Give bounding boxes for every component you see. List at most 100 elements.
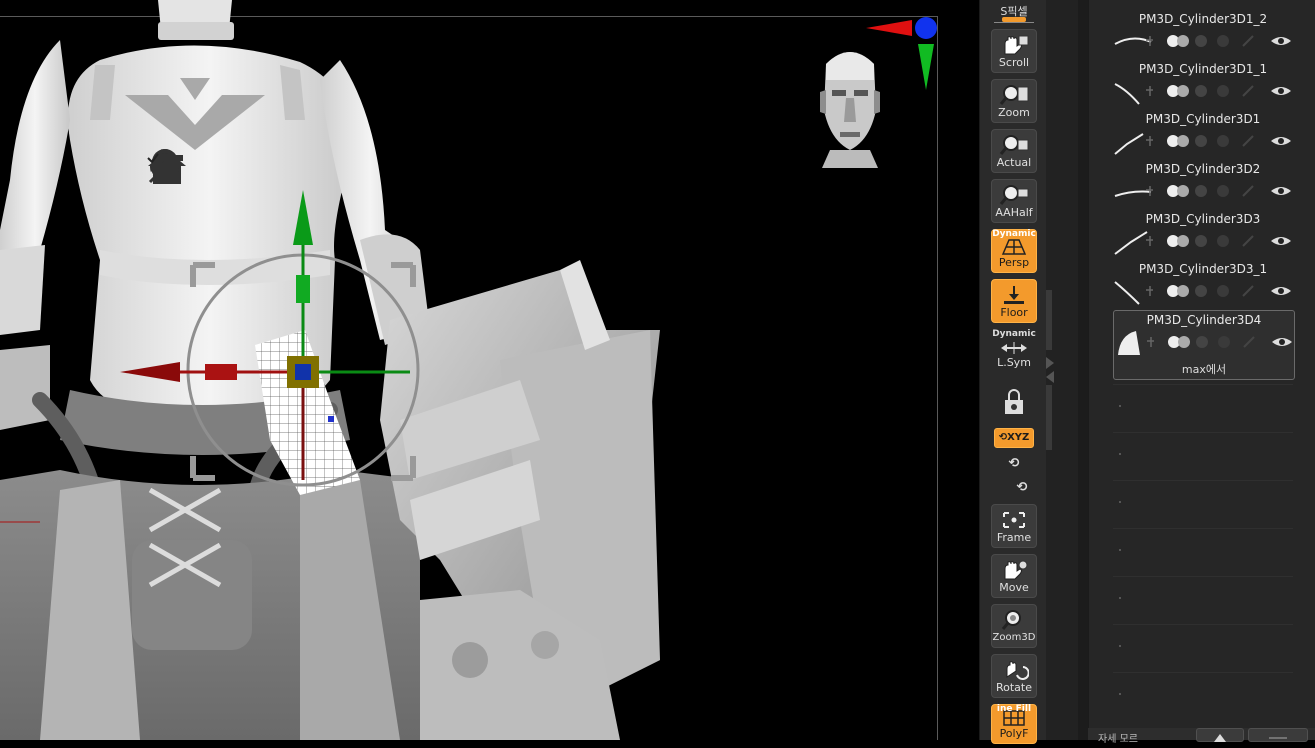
lock-icon[interactable] — [153, 148, 416, 188]
arrow-down-icon — [1269, 737, 1287, 739]
floor-button[interactable]: Floor — [991, 279, 1037, 323]
right-tool-shelf: S픽셀 Scroll Zoom Actual AAHalf Dynamic Pe… — [979, 0, 1050, 744]
xyz-rotate-button[interactable]: ⟲XYZ — [994, 428, 1034, 448]
slot-dot — [1119, 405, 1121, 407]
subtool-visibility-icons[interactable] — [1143, 82, 1293, 100]
frame-button[interactable]: Frame — [991, 504, 1037, 548]
zoom-label: Zoom — [998, 106, 1030, 119]
subtool-visibility-icons[interactable] — [1143, 182, 1293, 200]
persp-button[interactable]: Dynamic Persp — [991, 229, 1037, 273]
y-rotate-icon[interactable]: ⟲ — [986, 456, 1042, 471]
subtool-visibility-icons[interactable] — [1143, 232, 1293, 250]
aahalf-label: AAHalf — [995, 206, 1033, 219]
z-rotate-icon[interactable]: ⟲ — [994, 480, 1050, 495]
collapse-arrows-icon[interactable] — [1046, 355, 1056, 385]
polyf-button[interactable]: ine Fill PolyF — [991, 704, 1037, 744]
slot-dot — [1119, 597, 1121, 599]
subtool-item-selected[interactable]: PM3D_Cylinder3D4 max에서 — [1113, 310, 1295, 380]
subtool-note: max에서 — [1181, 363, 1227, 376]
lock-camera-icon — [1005, 389, 1023, 414]
move-button[interactable]: Move — [991, 554, 1037, 598]
scroll-label: Scroll — [998, 56, 1030, 69]
aahalf-button[interactable]: AAHalf — [991, 179, 1037, 223]
lsym-button[interactable]: Dynamic L.Sym — [991, 329, 1037, 373]
move-label: Move — [999, 581, 1029, 594]
gizmo-toolbar — [146, 148, 462, 188]
list-all-label[interactable]: 자세 모르 — [1098, 730, 1138, 745]
panel-divider — [1046, 0, 1102, 740]
frame-label: Frame — [996, 531, 1032, 544]
xyz-label: XYZ — [1007, 432, 1030, 443]
subtool-item[interactable]: PM3D_Cylinder3D1 — [1113, 110, 1293, 160]
subtool-item[interactable]: PM3D_Cylinder3D2 — [1113, 160, 1293, 210]
polyf-linefill-label: ine Fill — [996, 704, 1032, 714]
subtool-visibility-icons[interactable] — [1143, 132, 1293, 150]
zoom-icon — [999, 85, 1029, 105]
aahalf-icon — [999, 185, 1029, 205]
empty-subtool-slot — [1113, 672, 1293, 719]
slot-dot — [1119, 549, 1121, 551]
zoom-button[interactable]: Zoom — [991, 79, 1037, 123]
subtool-name: PM3D_Cylinder3D3 — [1145, 212, 1261, 226]
reset-icon[interactable] — [151, 148, 370, 188]
hand-scroll-icon — [1004, 35, 1029, 55]
empty-subtool-slot — [1113, 480, 1293, 527]
slot-dot — [1119, 453, 1121, 455]
floor-icon — [1004, 286, 1024, 304]
lsym-label: L.Sym — [997, 356, 1031, 369]
empty-subtool-slot — [1113, 528, 1293, 575]
subtool-item[interactable]: PM3D_Cylinder3D3_1 — [1113, 260, 1293, 310]
subtool-visibility-icons[interactable] — [1143, 282, 1293, 300]
scroll-button[interactable]: Scroll — [991, 29, 1037, 73]
subtool-name: PM3D_Cylinder3D1_1 — [1138, 62, 1268, 76]
actual-label: Actual — [996, 156, 1032, 169]
subtool-name: PM3D_Cylinder3D2 — [1145, 162, 1261, 176]
persp-label: Persp — [998, 256, 1030, 269]
actual-button[interactable]: Actual — [991, 129, 1037, 173]
zoom3d-label: Zoom3D — [992, 632, 1036, 643]
xyz-rotate-icon: ⟲ — [998, 432, 1008, 443]
empty-subtool-slot — [1113, 384, 1293, 431]
slot-dot — [1119, 693, 1121, 695]
zoom3d-button[interactable]: Zoom3D — [991, 604, 1037, 648]
slot-dot — [1119, 645, 1121, 647]
empty-subtool-slot — [1113, 624, 1293, 671]
location-pin-icon[interactable] — [152, 148, 278, 188]
sculpt-model — [0, 0, 937, 740]
subtool-item[interactable]: PM3D_Cylinder3D1_1 — [1113, 60, 1293, 110]
frame-icon — [1003, 512, 1025, 528]
subtool-item[interactable]: PM3D_Cylinder3D1_2 — [1113, 10, 1293, 60]
subtool-visibility-icons[interactable] — [1143, 32, 1293, 50]
subtool-name: PM3D_Cylinder3D1_2 — [1138, 12, 1268, 26]
subtool-name: PM3D_Cylinder3D4 — [1146, 313, 1262, 327]
subtool-bottom-bar: 자세 모르 — [1088, 728, 1315, 745]
spix-track — [994, 22, 1034, 23]
slot-dot — [1119, 501, 1121, 503]
rotate-label: Rotate — [995, 681, 1032, 694]
empty-subtool-slot — [1113, 576, 1293, 623]
subtool-panel: PM3D_Cylinder3D1_2 PM3D_Cylinder3D1_1 PM… — [1088, 0, 1315, 740]
subtool-name: PM3D_Cylinder3D1 — [1145, 112, 1261, 126]
home-icon[interactable] — [148, 148, 324, 188]
move-hand-icon — [1004, 560, 1028, 580]
toggle-icon[interactable] — [147, 148, 462, 188]
zoom3d-icon — [1001, 610, 1021, 630]
pin-icon[interactable] — [148, 148, 232, 188]
subtool-scrollbar[interactable] — [1078, 0, 1088, 740]
divider-handle-bottom[interactable] — [1046, 385, 1052, 450]
subtool-item[interactable]: PM3D_Cylinder3D3 — [1113, 210, 1293, 260]
subtool-name: PM3D_Cylinder3D3_1 — [1138, 262, 1268, 276]
viewport-canvas[interactable] — [0, 0, 979, 740]
empty-subtool-slot — [1113, 432, 1293, 479]
rotate-button[interactable]: Rotate — [991, 654, 1037, 698]
rotate-icon — [1006, 661, 1029, 680]
zoom-actual-icon — [999, 135, 1029, 155]
polyf-label: PolyF — [999, 727, 1029, 740]
persp-dynamic-label: Dynamic — [992, 229, 1036, 239]
navigation-head-icon[interactable] — [810, 40, 890, 180]
lsym-dynamic-label: Dynamic — [992, 329, 1036, 339]
floor-label: Floor — [1000, 306, 1028, 319]
divider-handle-top[interactable] — [1046, 290, 1052, 350]
subtool-visibility-icons[interactable] — [1144, 333, 1294, 351]
lock-camera-button[interactable] — [991, 379, 1037, 423]
